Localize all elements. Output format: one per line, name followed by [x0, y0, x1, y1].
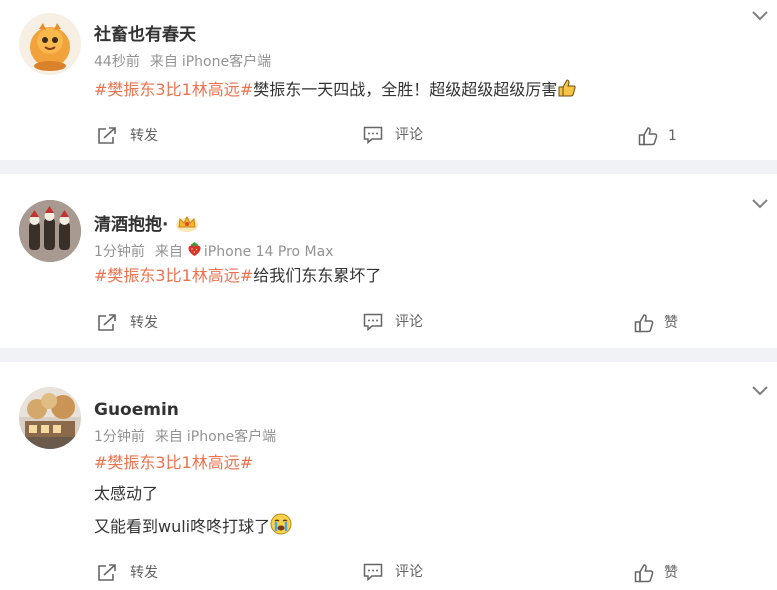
repost-label: 转发	[130, 564, 158, 581]
repost-icon	[98, 127, 116, 144]
like-button[interactable]: 赞	[634, 563, 678, 583]
post-meta: 1分钟前 来自 iPhone 14 Pro Max	[94, 241, 334, 262]
timestamp: 1分钟前	[94, 429, 145, 445]
post-meta: 1分钟前 来自 iPhone客户端	[94, 428, 276, 446]
repost-button[interactable]: 转发	[97, 563, 158, 582]
comment-text: #樊振东3比1林高远#樊振东一天四战，全胜！超级超级超级厉害	[94, 78, 577, 104]
comment-label: 评论	[395, 564, 423, 580]
comment-button[interactable]: 评论	[363, 126, 423, 144]
like-icon	[634, 564, 654, 583]
comment-label: 评论	[395, 127, 423, 143]
source-prefix: 来自	[154, 429, 183, 445]
like-icon	[638, 127, 658, 146]
timestamp: 1分钟前	[94, 243, 145, 260]
chevron-down-icon[interactable]	[752, 11, 768, 21]
comment-card: 社畜也有春天 44秒前 来自 iPhone客户端 #樊振东3比1林高远#樊振东一…	[0, 0, 777, 160]
avatar[interactable]	[19, 13, 81, 75]
comment-body: 樊振东一天四战，全胜！超级超级超级厉害	[253, 80, 558, 99]
repost-icon	[98, 564, 116, 581]
comment-body: 给我们东东累坏了	[253, 266, 382, 285]
source-prefix: 来自	[149, 54, 178, 70]
comment-icon	[363, 313, 383, 331]
topic-link[interactable]: #樊振东3比1林高远#	[94, 266, 253, 285]
divider	[0, 160, 777, 174]
comment-button[interactable]: 评论	[363, 563, 423, 581]
like-icon	[634, 314, 654, 333]
crying-face-emoji	[270, 513, 292, 541]
comment-button[interactable]: 评论	[363, 313, 423, 331]
source-device: iPhone 14 Pro Max	[203, 243, 334, 260]
comment-card: Guoemin 1分钟前 来自 iPhone客户端 #樊振东3比1林高远# 太感…	[0, 362, 777, 590]
post-meta: 44秒前 来自 iPhone客户端	[94, 53, 271, 71]
avatar[interactable]	[19, 387, 81, 449]
crown-badge-icon	[174, 213, 200, 238]
like-label: 赞	[664, 565, 678, 581]
topic-link[interactable]: #樊振东3比1林高远#	[94, 80, 253, 99]
strawberry-icon	[187, 241, 202, 262]
comment-body: 太感动了	[94, 484, 159, 503]
comment-text: 又能看到wuli咚咚打球了	[94, 513, 292, 541]
source: 来自 iPhone客户端	[150, 53, 271, 71]
like-button[interactable]: 赞	[634, 313, 678, 333]
comment-label: 评论	[395, 314, 423, 330]
username-text: 清酒抱抱·	[94, 215, 169, 235]
repost-label: 转发	[130, 314, 158, 331]
source: 来自 iPhone 14 Pro Max	[155, 241, 334, 262]
comment-feed: 社畜也有春天 44秒前 来自 iPhone客户端 #樊振东3比1林高远#樊振东一…	[0, 0, 777, 590]
source-prefix: 来自	[154, 243, 183, 260]
source: 来自 iPhone客户端	[155, 428, 276, 446]
thumbs-up-emoji	[557, 78, 577, 104]
username[interactable]: 清酒抱抱·	[94, 213, 200, 238]
source-device: iPhone客户端	[186, 429, 277, 445]
comment-text: #樊振东3比1林高远#给我们东东累坏了	[94, 265, 381, 287]
comment-topic: #樊振东3比1林高远#	[94, 452, 253, 474]
like-button[interactable]: 1	[638, 126, 677, 146]
comment-icon	[363, 126, 383, 144]
repost-icon	[98, 314, 116, 331]
repost-label: 转发	[130, 127, 158, 144]
comment-body: 又能看到wuli咚咚打球了	[94, 517, 271, 536]
chevron-down-icon[interactable]	[752, 386, 768, 396]
username[interactable]: 社畜也有春天	[94, 25, 196, 45]
repost-button[interactable]: 转发	[97, 126, 158, 145]
timestamp: 44秒前	[94, 54, 140, 70]
topic-link[interactable]: #樊振东3比1林高远#	[94, 453, 253, 472]
username[interactable]: Guoemin	[94, 400, 179, 420]
chevron-down-icon[interactable]	[752, 199, 768, 209]
comment-icon	[363, 563, 383, 581]
comment-card: 清酒抱抱· 1分钟前 来自 iPhone 14 Pro Max #樊振东3比1林…	[0, 174, 777, 348]
like-label: 赞	[664, 315, 678, 331]
avatar[interactable]	[19, 200, 81, 262]
source-device: iPhone客户端	[181, 54, 272, 70]
divider	[0, 348, 777, 362]
repost-button[interactable]: 转发	[97, 313, 158, 332]
like-count: 1	[668, 128, 677, 144]
